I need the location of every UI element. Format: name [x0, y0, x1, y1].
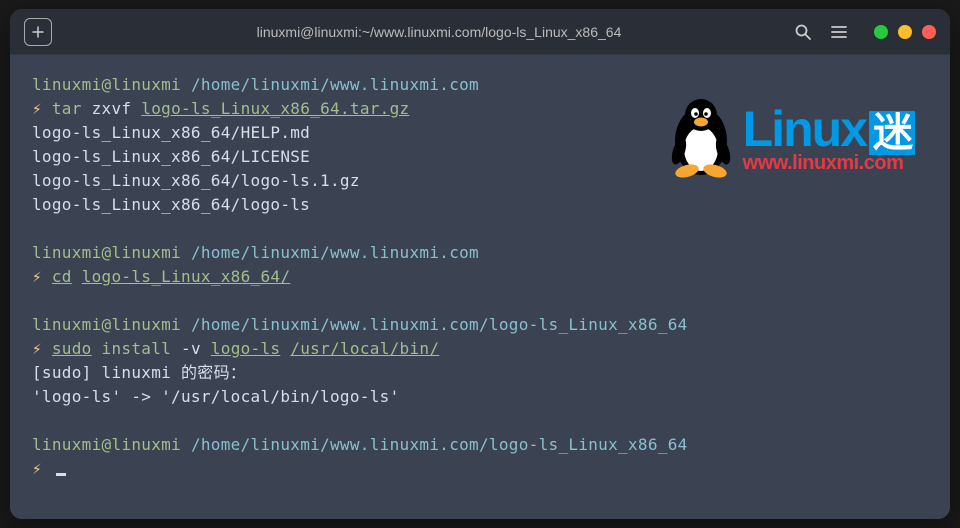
blank-line	[32, 217, 928, 241]
command-line: ⚡	[32, 457, 928, 481]
new-tab-button[interactable]	[24, 18, 52, 46]
blank-line	[32, 289, 928, 313]
titlebar-left	[24, 18, 84, 46]
prompt-line: linuxmi@linuxmi /home/linuxmi/www.linuxm…	[32, 73, 928, 97]
plus-icon	[31, 25, 45, 39]
cmd-arg: logo-ls_Linux_x86_64.tar.gz	[141, 99, 409, 118]
prompt-path: /home/linuxmi/www.linuxmi.com/logo-ls_Li…	[191, 435, 688, 454]
prompt-user: linuxmi@linuxmi	[32, 435, 181, 454]
cmd-cd: cd	[52, 267, 72, 286]
terminal-body[interactable]: Linux 迷 www.linuxmi.com linuxmi@linuxmi …	[10, 55, 950, 519]
prompt-line: linuxmi@linuxmi /home/linuxmi/www.linuxm…	[32, 433, 928, 457]
search-button[interactable]	[794, 23, 812, 41]
terminal-window: linuxmi@linuxmi:~/www.linuxmi.com/logo-l…	[10, 9, 950, 519]
maximize-button[interactable]	[898, 25, 912, 39]
window-controls	[874, 25, 936, 39]
prompt-path: /home/linuxmi/www.linuxmi.com	[191, 243, 479, 262]
prompt-path: /home/linuxmi/www.linuxmi.com	[191, 75, 479, 94]
menu-button[interactable]	[830, 23, 848, 41]
hamburger-icon	[830, 23, 848, 41]
output-line: logo-ls_Linux_x86_64/LICENSE	[32, 145, 928, 169]
prompt-user: linuxmi@linuxmi	[32, 315, 181, 334]
command-line: ⚡ tar zxvf logo-ls_Linux_x86_64.tar.gz	[32, 97, 928, 121]
output-line: logo-ls_Linux_x86_64/logo-ls	[32, 193, 928, 217]
prompt-line: linuxmi@linuxmi /home/linuxmi/www.linuxm…	[32, 313, 928, 337]
bolt-icon: ⚡	[32, 265, 42, 289]
titlebar: linuxmi@linuxmi:~/www.linuxmi.com/logo-l…	[10, 9, 950, 55]
cmd-tar: tar	[52, 99, 82, 118]
output-line: 'logo-ls' -> '/usr/local/bin/logo-ls'	[32, 385, 928, 409]
prompt-user: linuxmi@linuxmi	[32, 75, 181, 94]
output-line: [sudo] linuxmi 的密码：	[32, 361, 928, 385]
prompt-line: linuxmi@linuxmi /home/linuxmi/www.linuxm…	[32, 241, 928, 265]
minimize-button[interactable]	[874, 25, 888, 39]
close-button[interactable]	[922, 25, 936, 39]
bolt-icon: ⚡	[32, 457, 42, 481]
cursor	[56, 473, 66, 476]
cmd-flags: -v	[181, 339, 201, 358]
cmd-arg: logo-ls	[211, 339, 281, 358]
bolt-icon: ⚡	[32, 97, 42, 121]
cmd-sudo: sudo	[52, 339, 92, 358]
command-line: ⚡ cd logo-ls_Linux_x86_64/	[32, 265, 928, 289]
command-line: ⚡ sudo install -v logo-ls /usr/local/bin…	[32, 337, 928, 361]
cmd-arg: logo-ls_Linux_x86_64/	[82, 267, 291, 286]
bolt-icon: ⚡	[32, 337, 42, 361]
window-title: linuxmi@linuxmi:~/www.linuxmi.com/logo-l…	[84, 24, 794, 40]
cmd-arg: /usr/local/bin/	[290, 339, 439, 358]
blank-line	[32, 409, 928, 433]
prompt-user: linuxmi@linuxmi	[32, 243, 181, 262]
output-line: logo-ls_Linux_x86_64/logo-ls.1.gz	[32, 169, 928, 193]
cmd-flags: zxvf	[92, 99, 132, 118]
search-icon	[794, 23, 812, 41]
titlebar-right	[794, 23, 936, 41]
cmd-install: install	[102, 339, 172, 358]
output-line: logo-ls_Linux_x86_64/HELP.md	[32, 121, 928, 145]
prompt-path: /home/linuxmi/www.linuxmi.com/logo-ls_Li…	[191, 315, 688, 334]
